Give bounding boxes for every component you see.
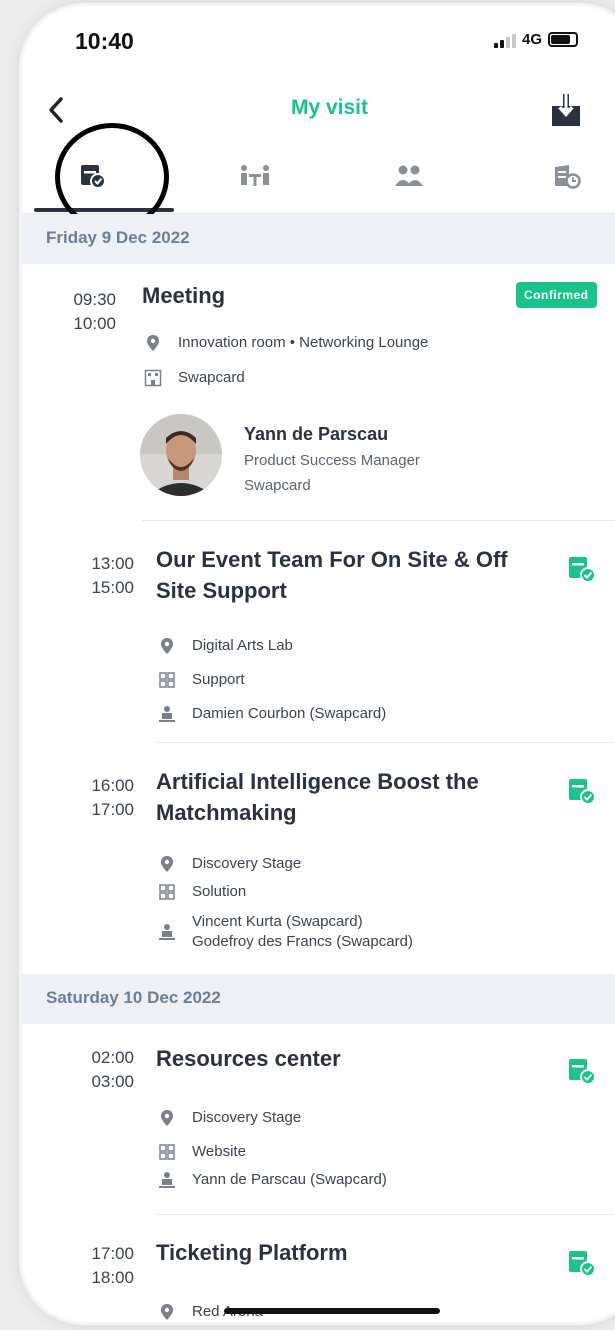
session-speakers: Vincent Kurta (Swapcard) Godefroy des Fr… <box>156 912 413 952</box>
status-time: 10:40 <box>75 28 134 54</box>
speaker-icon <box>159 924 175 940</box>
session-start-time: 17:00 <box>91 1244 134 1263</box>
download-button[interactable] <box>549 92 583 128</box>
speaker-icon <box>159 706 175 722</box>
divider <box>142 520 615 521</box>
session-location: Discovery Stage <box>156 1108 301 1128</box>
download-icon <box>552 94 580 126</box>
tab-meetings[interactable] <box>230 154 280 198</box>
calendar-check-icon[interactable] <box>567 1248 597 1278</box>
tab-networking[interactable] <box>384 154 434 198</box>
location-pin-icon <box>161 638 173 654</box>
speaker-icon <box>159 1172 175 1188</box>
session-end-time: 18:00 <box>91 1268 134 1287</box>
location-pin-icon <box>161 1304 173 1320</box>
phone-screen: 10:40 4G My visit Friday 9 Dec 2022 09:3… <box>22 6 615 1322</box>
tab-bar <box>22 146 615 214</box>
calendar-check-icon[interactable] <box>567 554 597 584</box>
location-pin-icon <box>161 856 173 872</box>
session-start-time: 13:00 <box>91 554 134 573</box>
meeting-location: Innovation room • Networking Lounge <box>142 333 428 353</box>
status-indicators: 4G <box>494 31 579 48</box>
active-tab-indicator <box>34 208 174 212</box>
session-location: Digital Arts Lab <box>156 636 293 656</box>
app-header: My visit <box>22 82 615 138</box>
tab-calendar[interactable] <box>68 154 118 198</box>
booth-icon <box>555 165 581 189</box>
session-title[interactable]: Our Event Team For On Site & Off Site Su… <box>156 544 508 606</box>
person-company: Swapcard <box>244 477 311 494</box>
session-category: Website <box>156 1142 246 1162</box>
calendar-check-icon[interactable] <box>567 1056 597 1086</box>
session-times: 02:00 03:00 <box>62 1046 134 1094</box>
network-type: 4G <box>522 31 543 48</box>
location-pin-icon <box>161 1110 173 1126</box>
battery-icon <box>548 32 579 47</box>
session-speaker: Damien Courbon (Swapcard) <box>156 704 386 724</box>
session-times: 13:00 15:00 <box>62 552 134 600</box>
session-end-time: 17:00 <box>91 800 134 819</box>
divider <box>156 1214 615 1215</box>
session-speaker: Yann de Parscau (Swapcard) <box>156 1170 387 1190</box>
page-title: My visit <box>290 96 369 119</box>
meeting-times: 09:30 10:00 <box>42 288 116 336</box>
status-bar: 10:40 4G <box>22 6 615 86</box>
meeting-end-time: 10:00 <box>73 314 116 333</box>
session-title[interactable]: Resources center <box>156 1043 341 1074</box>
session-times: 16:00 17:00 <box>62 774 134 822</box>
session-location: Discovery Stage <box>156 854 301 874</box>
signal-icon <box>494 32 516 48</box>
day-label: Saturday 10 Dec 2022 <box>46 988 221 1007</box>
person-photo-icon <box>140 414 222 496</box>
session-end-time: 03:00 <box>91 1072 134 1091</box>
calendar-check-icon[interactable] <box>567 776 597 806</box>
status-badge: Confirmed <box>516 282 597 308</box>
session-category: Solution <box>156 882 246 902</box>
category-icon <box>159 884 175 900</box>
category-icon <box>159 672 175 688</box>
people-table-icon <box>241 165 269 186</box>
tab-exhibitors[interactable] <box>542 154 592 198</box>
day-label: Friday 9 Dec 2022 <box>46 228 190 247</box>
session-title[interactable]: Artificial Intelligence Boost the Matchm… <box>156 766 479 828</box>
session-start-time: 02:00 <box>91 1048 134 1067</box>
session-end-time: 15:00 <box>91 578 134 597</box>
meeting-title[interactable]: Meeting <box>142 280 225 311</box>
divider <box>156 742 615 743</box>
session-title[interactable]: Ticketing Platform <box>156 1237 348 1268</box>
meeting-organization: Swapcard <box>142 368 245 388</box>
home-indicator[interactable] <box>224 1308 440 1314</box>
organization-icon <box>144 369 162 387</box>
session-category: Support <box>156 670 245 690</box>
category-icon <box>159 1144 175 1160</box>
day-header: Friday 9 Dec 2022 <box>22 214 615 264</box>
avatar[interactable] <box>140 414 222 496</box>
meeting-start-time: 09:30 <box>73 290 116 309</box>
session-start-time: 16:00 <box>91 776 134 795</box>
calendar-check-icon <box>81 165 106 189</box>
session-times: 17:00 18:00 <box>62 1242 134 1290</box>
group-icon <box>395 165 423 186</box>
person-role: Product Success Manager <box>244 452 420 469</box>
location-pin-icon <box>147 335 159 351</box>
day-header: Saturday 10 Dec 2022 <box>22 974 615 1024</box>
person-name[interactable]: Yann de Parscau <box>244 424 388 445</box>
